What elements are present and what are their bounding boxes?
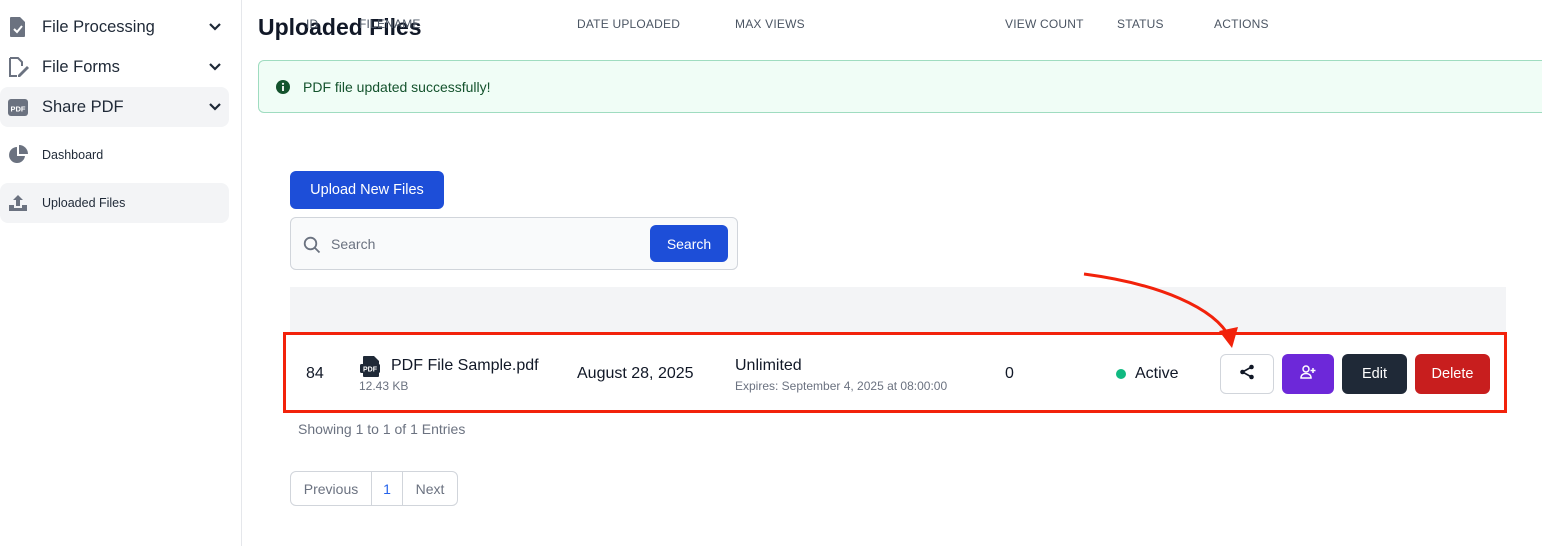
sidebar: File Processing File Forms PDF Share PDF… (0, 0, 242, 546)
cell-filename[interactable]: PDF File Sample.pdf (391, 357, 539, 375)
column-header-actions: ACTIONS (1214, 17, 1269, 31)
column-header-max-views: MAX VIEWS (735, 17, 805, 31)
search-input[interactable] (331, 230, 631, 258)
chevron-down-icon (207, 19, 223, 35)
cell-max-views: Unlimited (735, 357, 802, 374)
cell-view-count: 0 (1005, 365, 1014, 382)
status-dot (1116, 369, 1126, 379)
pdf-icon: PDF (7, 96, 29, 118)
column-header-filename[interactable]: FILENAME (359, 17, 421, 31)
pagination-page-1[interactable]: 1 (372, 472, 403, 505)
pie-chart-icon (7, 144, 29, 166)
column-header-view-count: VIEW COUNT (1005, 17, 1084, 31)
annotation-arrow (1083, 272, 1238, 348)
info-icon (276, 79, 290, 94)
search-button[interactable]: Search (650, 225, 728, 262)
cell-date-uploaded: August 28, 2025 (577, 365, 694, 382)
sidebar-group-share-pdf[interactable]: PDF Share PDF (0, 87, 229, 127)
sidebar-item-label: Uploaded Files (42, 196, 126, 210)
sidebar-group-file-forms[interactable]: File Forms (0, 47, 229, 87)
edit-button[interactable]: Edit (1342, 354, 1407, 394)
sidebar-group-label: File Forms (42, 57, 120, 76)
sidebar-item-dashboard[interactable]: Dashboard (0, 135, 229, 175)
upload-new-files-button[interactable]: Upload New Files (290, 171, 444, 209)
alert-message: PDF file updated successfully! (303, 78, 491, 95)
share-button[interactable] (1220, 354, 1274, 394)
pagination: Previous 1 Next (290, 471, 458, 506)
chevron-down-icon (207, 99, 223, 115)
user-plus-icon (1300, 365, 1316, 383)
file-pen-icon (7, 56, 29, 78)
column-header-status: STATUS (1117, 17, 1164, 31)
share-icon (1239, 364, 1255, 384)
success-alert: PDF file updated successfully! (258, 60, 1542, 113)
file-check-icon (7, 16, 29, 38)
sidebar-group-label: File Processing (42, 17, 155, 36)
cell-file-size: 12.43 KB (359, 379, 409, 393)
delete-button[interactable]: Delete (1415, 354, 1490, 394)
column-header-date-uploaded[interactable]: DATE UPLOADED (577, 17, 680, 31)
search-icon (303, 236, 321, 254)
pagination-previous[interactable]: Previous (291, 472, 372, 505)
status-badge: Active (1135, 365, 1179, 382)
upload-icon (7, 192, 29, 214)
cell-expires: Expires: September 4, 2025 at 08:00:00 (735, 379, 948, 393)
search-bar: Search (290, 217, 738, 270)
sidebar-item-label: Dashboard (42, 148, 104, 162)
column-header-id: ID (306, 17, 319, 31)
svg-text:PDF: PDF (363, 367, 378, 374)
cell-id: 84 (306, 365, 324, 382)
table-header (290, 287, 1506, 333)
entries-summary: Showing 1 to 1 of 1 Entries (298, 421, 466, 437)
sidebar-group-label: Share PDF (42, 97, 124, 116)
chevron-down-icon (207, 59, 223, 75)
sidebar-item-uploaded-files[interactable]: Uploaded Files (0, 183, 229, 223)
sidebar-group-file-processing[interactable]: File Processing (0, 7, 229, 47)
pdf-file-icon: PDF (359, 355, 382, 378)
svg-text:PDF: PDF (11, 105, 26, 114)
add-user-button[interactable] (1282, 354, 1334, 394)
pagination-next[interactable]: Next (403, 472, 457, 505)
